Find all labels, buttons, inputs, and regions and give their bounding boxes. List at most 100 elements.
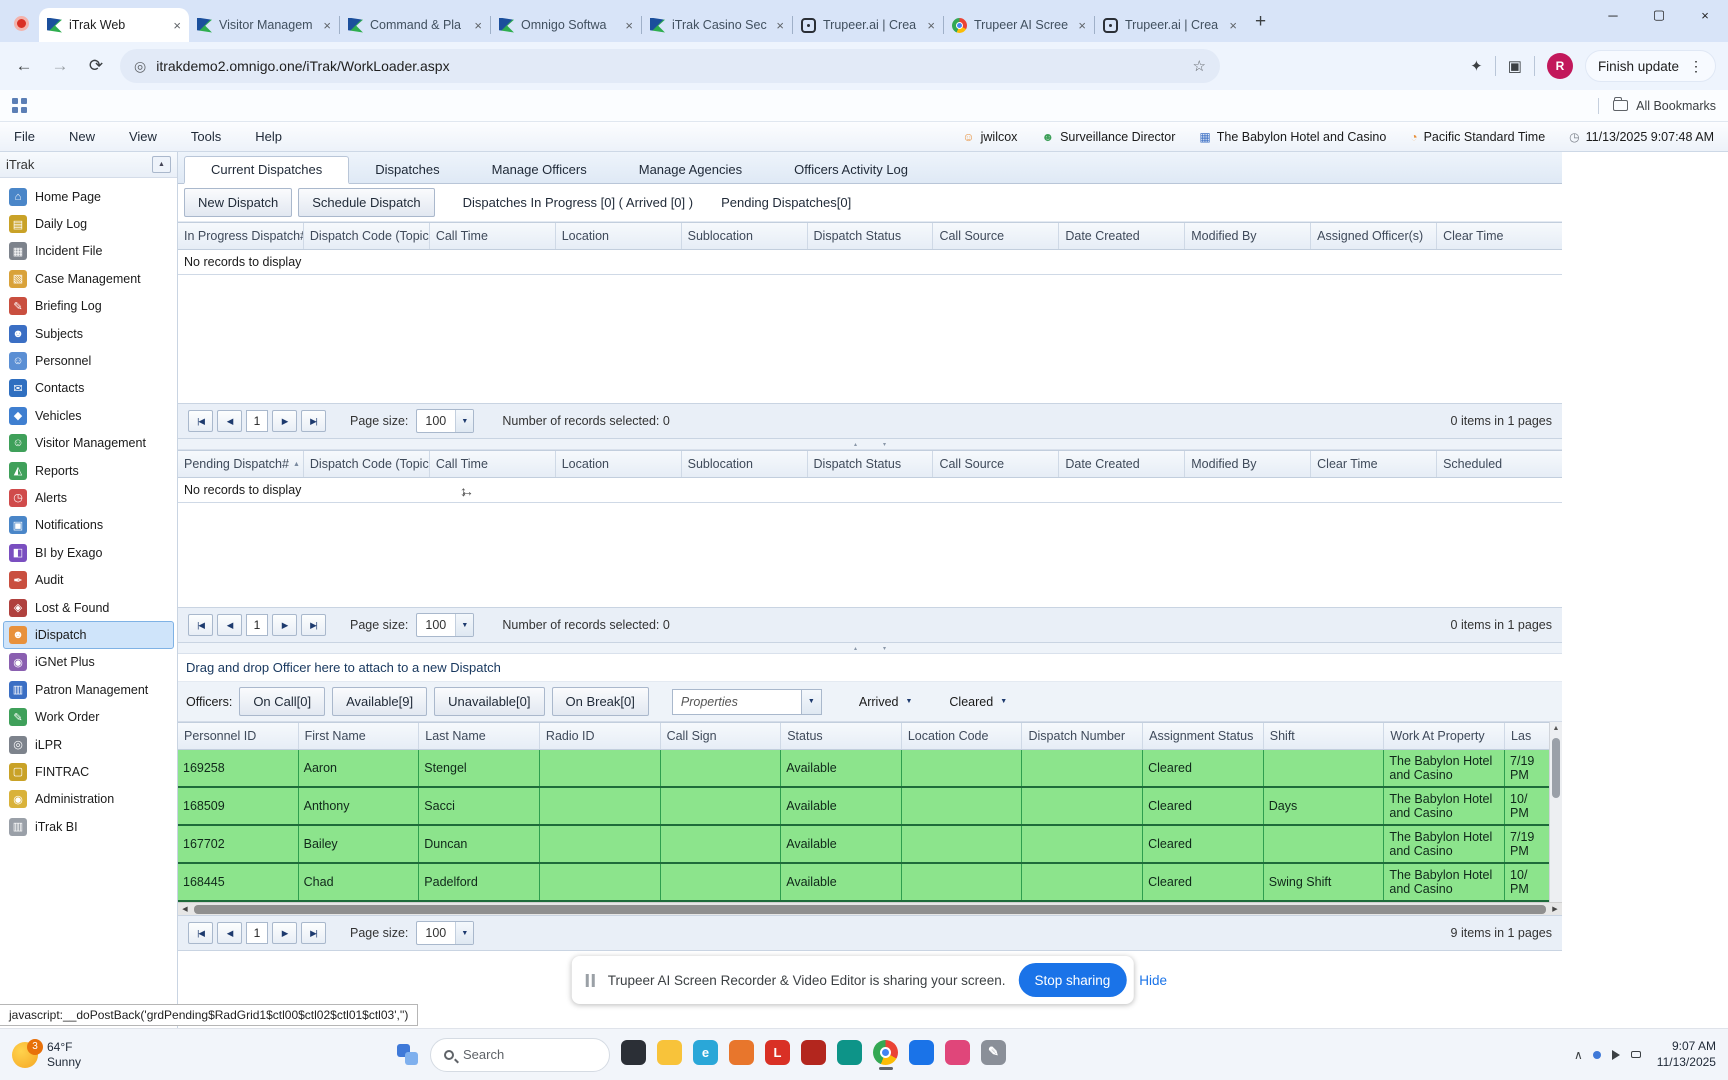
file-explorer-icon[interactable]	[657, 1040, 682, 1065]
sidebar-item-patron-management[interactable]: ▥Patron Management	[3, 676, 174, 703]
column-header[interactable]: Dispatch Status	[808, 451, 934, 477]
arrived-dropdown[interactable]: Arrived▼	[859, 695, 913, 709]
column-header[interactable]: Call Time	[430, 223, 556, 249]
column-header[interactable]: Status	[781, 723, 902, 749]
column-header[interactable]: In Progress Dispatch#	[178, 223, 304, 249]
blue-app-icon[interactable]	[909, 1040, 934, 1065]
maximize-button[interactable]: ▢	[1636, 0, 1682, 30]
column-header[interactable]: Call Source	[933, 451, 1059, 477]
pager-last-button[interactable]: ▶|	[301, 922, 326, 944]
tab-close-icon[interactable]: ×	[776, 18, 784, 33]
minimize-button[interactable]: ─	[1590, 0, 1636, 30]
sidebar-item-subjects[interactable]: ☻Subjects	[3, 320, 174, 347]
column-header[interactable]: First Name	[299, 723, 420, 749]
sidebar-item-contacts[interactable]: ✉Contacts	[3, 375, 174, 402]
column-header[interactable]: Assigned Officer(s)	[1311, 223, 1437, 249]
column-header[interactable]: Location Code	[902, 723, 1023, 749]
menu-view[interactable]: View	[129, 129, 157, 144]
tab-close-icon[interactable]: ×	[323, 18, 331, 33]
column-header[interactable]: Dispatch Number	[1022, 723, 1143, 749]
close-window-button[interactable]: ×	[1682, 0, 1728, 30]
menu-new[interactable]: New	[69, 129, 95, 144]
taskbar-clock[interactable]: 9:07 AM 11/13/2025	[1657, 1039, 1716, 1070]
pink-app-icon[interactable]	[945, 1040, 970, 1065]
browser-tab[interactable]: Visitor Managem×	[189, 8, 339, 42]
pager-next-button[interactable]: ▶	[272, 922, 297, 944]
column-header[interactable]: Shift	[1264, 723, 1385, 749]
sidebar-item-briefing-log[interactable]: ✎Briefing Log	[3, 293, 174, 320]
column-header[interactable]: Scheduled	[1437, 451, 1562, 477]
sidebar-item-idispatch[interactable]: ☻iDispatch	[3, 621, 174, 648]
column-header[interactable]: Pending Dispatch#▲	[178, 451, 304, 477]
column-header[interactable]: Sublocation	[682, 223, 808, 249]
scrollbar-thumb[interactable]	[194, 905, 1546, 914]
schedule-dispatch-button[interactable]: Schedule Dispatch	[298, 188, 434, 217]
splitter-down-icon[interactable]: ▾	[883, 645, 886, 652]
column-header[interactable]: Sublocation	[682, 451, 808, 477]
tab-close-icon[interactable]: ×	[1229, 18, 1237, 33]
hidden-icons-chevron-icon[interactable]: ∧	[1574, 1048, 1583, 1062]
column-header[interactable]: Assignment Status	[1143, 723, 1264, 749]
properties-dropdown[interactable]: Properties ▼	[672, 689, 822, 715]
scrollbar-thumb[interactable]	[1552, 738, 1560, 798]
battery-icon[interactable]	[1631, 1051, 1641, 1058]
pager-page-number[interactable]: 1	[246, 614, 268, 636]
stop-sharing-button[interactable]: Stop sharing	[1018, 963, 1126, 997]
browser-tab[interactable]: Omnigo Softwa×	[491, 8, 641, 42]
scroll-right-icon[interactable]: ▶	[1548, 905, 1562, 913]
tab-close-icon[interactable]: ×	[625, 18, 633, 33]
grid-splitter[interactable]: ▴ ▾	[178, 643, 1562, 654]
pager-next-button[interactable]: ▶	[272, 410, 297, 432]
column-header[interactable]: Clear Time	[1437, 223, 1562, 249]
edge-icon[interactable]: e	[693, 1040, 718, 1065]
horizontal-scrollbar[interactable]: ◀ ▶	[178, 902, 1562, 915]
sidebar-item-incident-file[interactable]: ▦Incident File	[3, 238, 174, 265]
column-header[interactable]: Radio ID	[540, 723, 661, 749]
column-header[interactable]: Date Created	[1059, 451, 1185, 477]
back-icon[interactable]: ←	[8, 50, 40, 82]
cleared-dropdown[interactable]: Cleared▼	[949, 695, 1007, 709]
menu-file[interactable]: File	[14, 129, 35, 144]
column-header[interactable]: Work At Property	[1384, 723, 1505, 749]
sidebar-item-lost-found[interactable]: ◈Lost & Found	[3, 594, 174, 621]
column-header[interactable]: Location	[556, 451, 682, 477]
column-header[interactable]: Clear Time	[1311, 451, 1437, 477]
site-info-icon[interactable]: ◎	[134, 58, 146, 75]
tab-close-icon[interactable]: ×	[474, 18, 482, 33]
column-header[interactable]: Call Time	[430, 451, 556, 477]
sidebar-item-vehicles[interactable]: ◆Vehicles	[3, 402, 174, 429]
tab-officers-activity-log[interactable]: Officers Activity Log	[768, 155, 934, 183]
column-header[interactable]: Dispatch Code (Topic)	[304, 223, 430, 249]
column-header[interactable]: Call Sign	[661, 723, 782, 749]
column-header[interactable]: Last Name	[419, 723, 540, 749]
sidebar-item-bi-by-exago[interactable]: ◧BI by Exago	[3, 539, 174, 566]
tab-current-dispatches[interactable]: Current Dispatches	[184, 156, 349, 184]
column-header[interactable]: Dispatch Code (Topic)	[304, 451, 430, 477]
page-size-select[interactable]: 100▼	[416, 613, 474, 637]
pager-first-button[interactable]: |◀	[188, 922, 213, 944]
green-app-icon[interactable]	[837, 1040, 862, 1065]
sidebar-item-itrak-bi[interactable]: ▥iTrak BI	[3, 813, 174, 840]
column-header[interactable]: Date Created	[1059, 223, 1185, 249]
browser-tab[interactable]: Trupeer.ai | Crea×	[1095, 8, 1245, 42]
sidebar-item-visitor-management[interactable]: ☺Visitor Management	[3, 430, 174, 457]
officer-row[interactable]: 167702BaileyDuncanAvailableClearedThe Ba…	[178, 826, 1549, 864]
sidebar-item-administration[interactable]: ◉Administration	[3, 786, 174, 813]
vertical-scrollbar[interactable]: ▲	[1549, 722, 1562, 902]
volume-icon[interactable]	[1612, 1050, 1620, 1060]
forward-icon[interactable]: →	[44, 50, 76, 82]
sidebar-collapse-button[interactable]: ▲	[152, 156, 171, 173]
splitter-up-icon[interactable]: ▴	[854, 645, 857, 652]
sidebar-item-ilpr[interactable]: ◎iLPR	[3, 731, 174, 758]
sidebar-item-daily-log[interactable]: ▤Daily Log	[3, 210, 174, 237]
tab-manage-officers[interactable]: Manage Officers	[466, 155, 613, 183]
weather-widget[interactable]: 3 64°F Sunny	[12, 1040, 182, 1070]
pager-prev-button[interactable]: ◀	[217, 614, 242, 636]
pager-prev-button[interactable]: ◀	[217, 922, 242, 944]
sidebar-item-reports[interactable]: ◭Reports	[3, 457, 174, 484]
officer-filter-button[interactable]: On Break[0]	[552, 687, 649, 716]
grid-splitter[interactable]: ▴ ▾	[178, 439, 1562, 450]
officer-filter-button[interactable]: On Call[0]	[239, 687, 325, 716]
sidebar-item-personnel[interactable]: ☺Personnel	[3, 347, 174, 374]
officer-row[interactable]: 169258AaronStengelAvailableClearedThe Ba…	[178, 750, 1549, 788]
